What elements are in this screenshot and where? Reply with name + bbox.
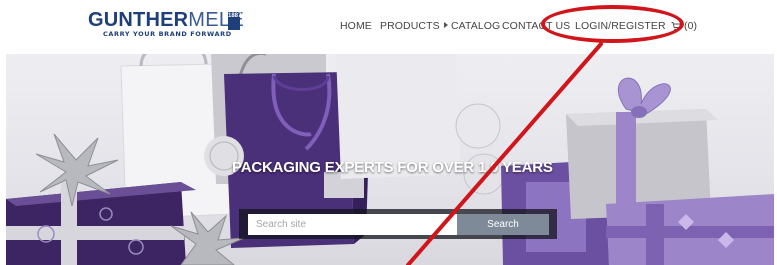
annotation-arrow xyxy=(406,42,603,265)
